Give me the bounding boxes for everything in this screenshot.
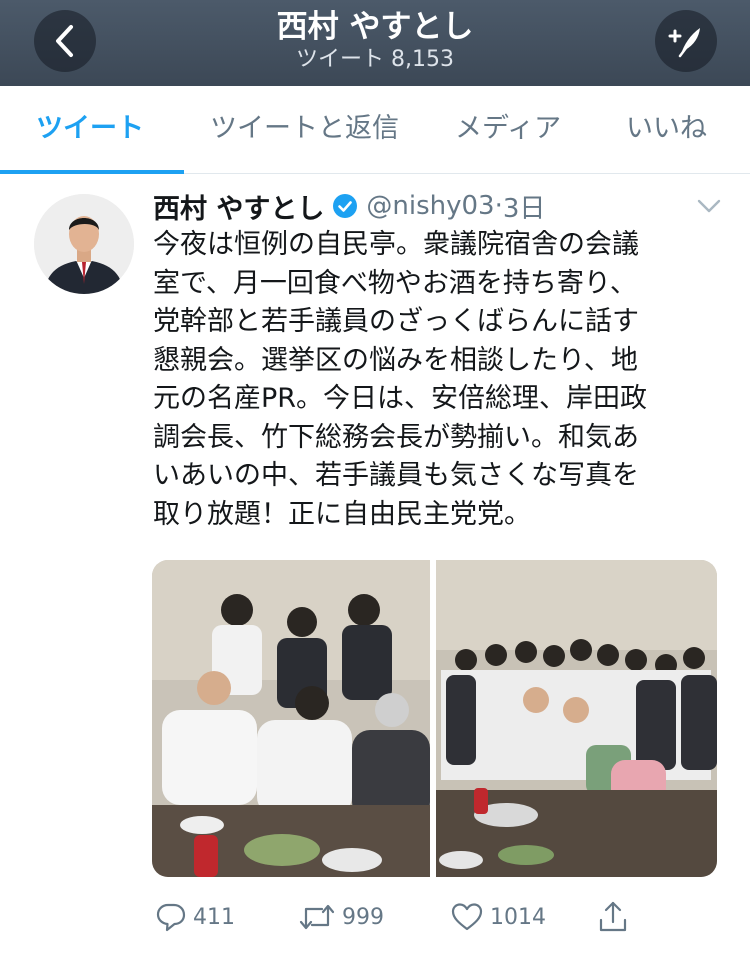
- like-button[interactable]: 1014: [450, 897, 546, 937]
- tweet-media: [152, 560, 717, 877]
- profile-header: 西村 やすとし ツイート 8,153: [0, 0, 750, 86]
- avatar[interactable]: [34, 194, 134, 294]
- retweet-count: 999: [342, 904, 384, 930]
- share-icon: [599, 901, 627, 932]
- reply-icon: [156, 903, 186, 932]
- author-name[interactable]: 西村 やすとし: [153, 187, 324, 226]
- media-photo-left[interactable]: [152, 560, 430, 877]
- tweet-timestamp[interactable]: 3日: [503, 188, 546, 225]
- tab-tweets[interactable]: ツイート: [36, 112, 144, 146]
- tweet-count: ツイート 8,153: [296, 47, 454, 72]
- tab-tweets-and-replies[interactable]: ツイートと返信: [210, 112, 399, 146]
- media-photo-right[interactable]: [436, 560, 717, 877]
- photo-image: [152, 560, 430, 877]
- tweet-text: 今夜は恒例の自民亭。衆議院宿舎の会議 室で、月一回食べ物やお酒を持ち寄り、 党幹…: [153, 229, 648, 530]
- heart-icon: [451, 903, 483, 931]
- photo-image: [436, 560, 717, 877]
- active-tab-indicator: [0, 170, 184, 174]
- tab-media[interactable]: メディア: [455, 112, 561, 146]
- tab-likes[interactable]: いいね: [626, 112, 707, 146]
- verified-badge-icon: [333, 194, 358, 218]
- meta-separator: ·: [494, 191, 503, 221]
- profile-name-title: 西村 やすとし: [276, 9, 474, 45]
- retweet-icon: [299, 904, 335, 930]
- tweet-actions: 411 999 1014: [0, 895, 750, 939]
- tweet-header: 西村 やすとし @nishy03 · 3日: [153, 187, 713, 226]
- reply-count: 411: [193, 904, 235, 930]
- compose-tweet-button[interactable]: [655, 10, 717, 72]
- retweet-button[interactable]: 999: [298, 897, 384, 937]
- share-button[interactable]: [597, 897, 629, 937]
- author-handle[interactable]: @nishy03: [366, 191, 494, 221]
- profile-tabs: ツイート ツイートと返信 メディア いいね: [0, 86, 750, 174]
- compose-tweet-icon: [668, 28, 700, 58]
- chevron-down-icon[interactable]: [696, 198, 722, 214]
- avatar-image: [34, 194, 134, 294]
- like-count: 1014: [490, 904, 546, 930]
- reply-button[interactable]: 411: [155, 897, 235, 937]
